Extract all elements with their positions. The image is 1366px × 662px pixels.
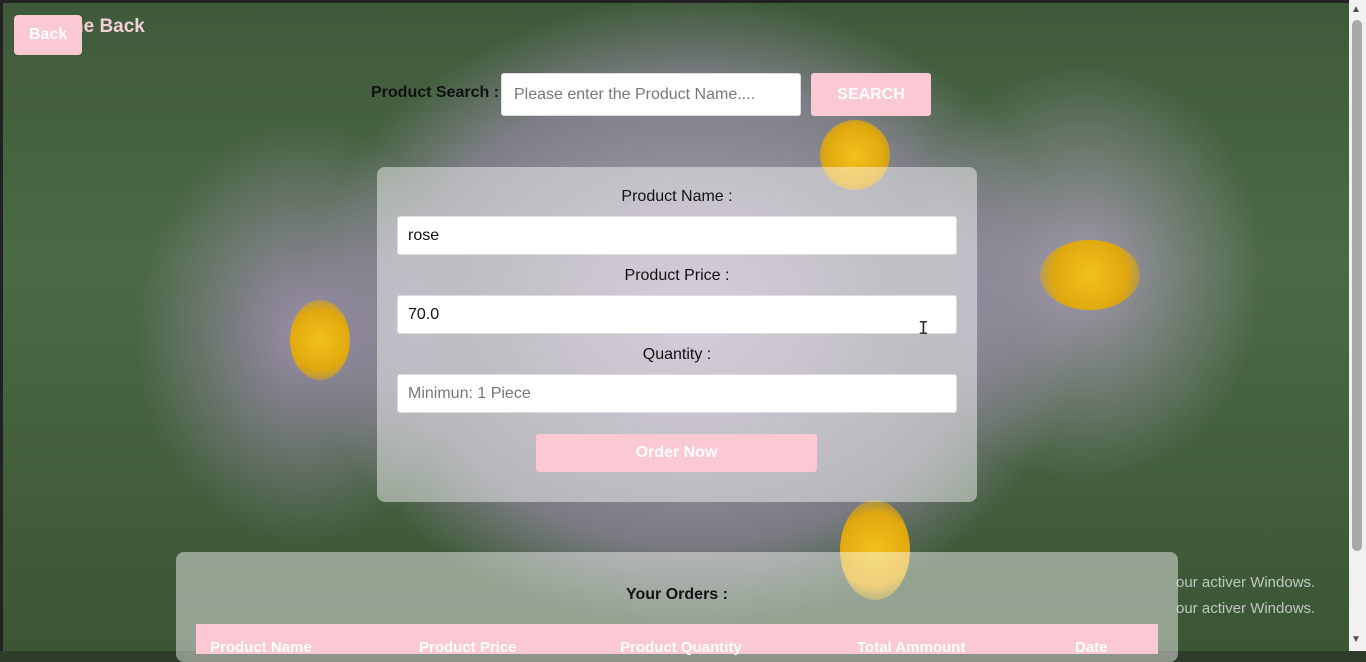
product-name-label: Product Name : — [621, 188, 733, 205]
windows-activation-watermark: our activer Windows. — [1176, 600, 1316, 617]
column-header-product-quantity: Product Quantity — [620, 639, 742, 656]
column-header-total-amount: Total Ammount — [857, 639, 966, 656]
scroll-down-arrow-icon[interactable]: ▼ — [1351, 634, 1361, 645]
windows-activation-watermark: our activer Windows. — [1176, 574, 1316, 591]
orders-title: Your Orders : — [626, 586, 728, 603]
text-cursor-icon: I — [918, 318, 929, 339]
search-input[interactable] — [501, 73, 801, 116]
search-button[interactable]: SEARCH — [811, 73, 931, 116]
back-button[interactable]: Back — [14, 15, 82, 55]
column-header-date: Date — [1075, 639, 1108, 656]
orders-table-header: Product Name Product Price Product Quant… — [196, 624, 1158, 656]
scroll-up-arrow-icon[interactable]: ▲ — [1351, 4, 1361, 15]
product-price-field[interactable] — [397, 295, 957, 334]
scrollbar-thumb[interactable] — [1352, 20, 1362, 551]
column-header-product-name: Product Name — [210, 639, 312, 656]
product-name-field[interactable] — [397, 216, 957, 255]
quantity-label: Quantity : — [642, 346, 712, 363]
quantity-field[interactable] — [397, 374, 957, 413]
product-price-label: Product Price : — [624, 267, 730, 284]
search-label: Product Search : — [371, 84, 500, 101]
column-header-product-price: Product Price — [419, 639, 517, 656]
order-now-button[interactable]: Order Now — [536, 434, 817, 472]
welcome-text: ne Back — [72, 16, 145, 37]
flower-center-decoration — [290, 300, 350, 380]
flower-center-decoration — [1040, 240, 1140, 310]
